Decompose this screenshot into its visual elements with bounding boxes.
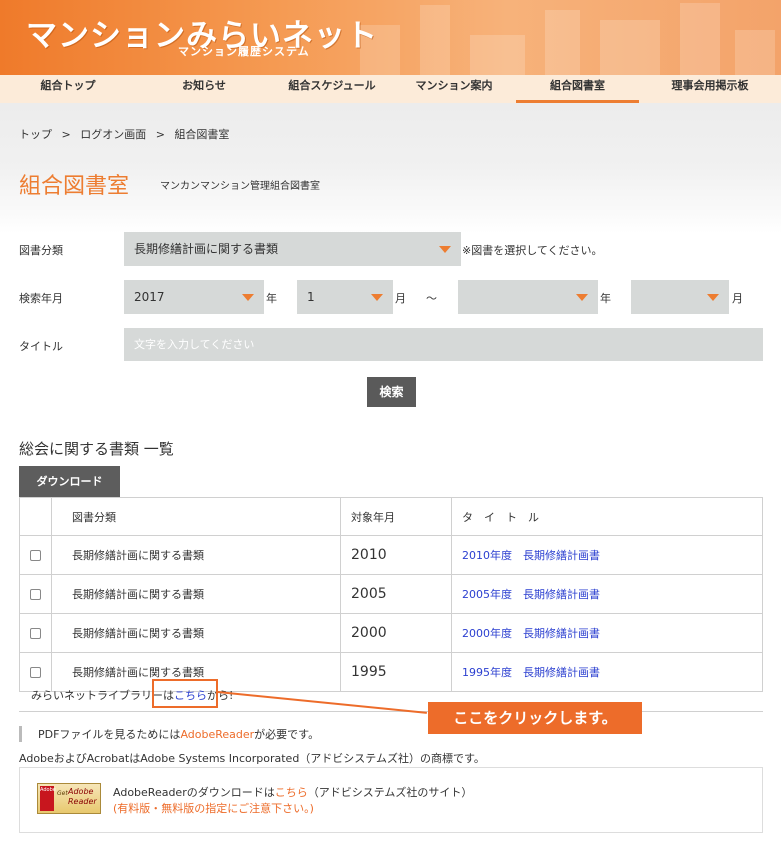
chevron-down-icon (242, 294, 254, 301)
adobe-download-text: AdobeReaderのダウンロードはこちら（アドビシステムズ社のサイト） (113, 784, 472, 800)
date-label: 検索年月 (19, 292, 63, 305)
breadcrumb-separator: > (155, 128, 165, 141)
month-unit: 月 (395, 292, 406, 305)
title-input-placeholder: 文字を入力してください (134, 338, 255, 351)
month-unit: 月 (732, 292, 743, 305)
breadcrumb-top[interactable]: トップ (19, 128, 52, 141)
trademark-note: AdobeおよびAcrobatはAdobe Systems Incorporat… (19, 752, 485, 765)
chevron-down-icon (576, 294, 588, 301)
row-title-link[interactable]: 2000年度 長期修繕計画書 (462, 627, 600, 640)
breadcrumb-separator: > (61, 128, 71, 141)
from-month-value: 1 (307, 290, 315, 304)
adobe-logo-get: Get (57, 790, 68, 797)
chevron-down-icon (439, 246, 451, 253)
nav-item-board[interactable]: 理事会用掲示板 (639, 75, 781, 103)
adobe-dl-prefix: AdobeReaderのダウンロードは (113, 786, 275, 799)
row-checkbox[interactable] (30, 550, 41, 561)
table-header-row: 図書分類 対象年月 タ イ ト ル (19, 497, 763, 536)
row-title-link[interactable]: 2005年度 長期修繕計画書 (462, 588, 600, 601)
range-tilde: 〜 (426, 292, 437, 305)
category-label: 図書分類 (19, 244, 63, 257)
chevron-down-icon (371, 294, 383, 301)
adobe-download-link[interactable]: こちら (275, 786, 308, 799)
col-header-title: タ イ ト ル (451, 497, 763, 536)
library-row: みらいネットライブラリーはこちらから! (19, 678, 763, 712)
col-header-select (19, 497, 52, 536)
page-title: 組合図書室 (19, 174, 130, 199)
breadcrumb-current: 組合図書室 (174, 128, 230, 141)
nav-item-kumiai-top[interactable]: 組合トップ (0, 75, 136, 103)
download-button[interactable]: ダウンロード (19, 466, 120, 497)
row-checkbox[interactable] (30, 628, 41, 639)
nav-item-news[interactable]: お知らせ (136, 75, 272, 103)
row-category: 長期修繕計画に関する書類 (51, 613, 341, 653)
row-year: 2010 (340, 535, 452, 575)
from-year-select[interactable]: 2017 (124, 280, 264, 314)
title-input[interactable]: 文字を入力してください (124, 328, 763, 361)
to-month-select[interactable] (631, 280, 729, 314)
row-category: 長期修繕計画に関する書類 (51, 535, 341, 575)
from-year-value: 2017 (134, 290, 165, 304)
year-unit: 年 (600, 292, 611, 305)
breadcrumb-logon[interactable]: ログオン画面 (80, 128, 146, 141)
from-month-select[interactable]: 1 (297, 280, 393, 314)
site-logo-subtitle: マンション履歴システム (178, 45, 310, 58)
category-note: ※図書を選択してください。 (462, 244, 603, 257)
page-subtitle: マンカンマンション管理組合図書室 (160, 181, 320, 192)
table-row: 長期修繕計画に関する書類 2000 2000年度 長期修繕計画書 (19, 613, 763, 653)
adobe-logo-reader-word: Reader (68, 797, 97, 806)
search-button[interactable]: 検索 (367, 377, 416, 407)
pdf-note-prefix: PDFファイルを見るためには (38, 728, 181, 741)
document-table: 図書分類 対象年月 タ イ ト ル 長期修繕計画に関する書類 2010 2010… (19, 497, 763, 692)
row-checkbox[interactable] (30, 589, 41, 600)
list-section-title: 総会に関する書類 一覧 (19, 440, 174, 458)
category-select-value: 長期修繕計画に関する書類 (134, 242, 279, 256)
to-year-select[interactable] (458, 280, 598, 314)
nav-item-schedule[interactable]: 組合スケジュール (272, 75, 392, 103)
title-label: タイトル (19, 340, 63, 353)
site-header: マンションみらいネット マンション履歴システム (0, 0, 781, 75)
col-header-year: 対象年月 (340, 497, 452, 536)
breadcrumb: トップ > ログオン画面 > 組合図書室 (19, 126, 235, 142)
year-unit: 年 (266, 292, 277, 305)
row-title-link[interactable]: 2010年度 長期修繕計画書 (462, 549, 600, 562)
chevron-down-icon (707, 294, 719, 301)
table-row: 長期修繕計画に関する書類 2010 2010年度 長期修繕計画書 (19, 535, 763, 575)
nav-item-library[interactable]: 組合図書室 (516, 75, 639, 103)
highlight-box (152, 679, 218, 708)
row-year: 2005 (340, 574, 452, 614)
row-checkbox[interactable] (30, 667, 41, 678)
pdf-note-suffix: が必要です。 (254, 728, 320, 741)
get-adobe-reader-icon[interactable]: Adobe Get Adobe Reader (37, 783, 101, 814)
nav-item-mansion-info[interactable]: マンション案内 (392, 75, 516, 103)
callout-annotation: ここをクリックします。 (428, 702, 642, 734)
adobe-logo-adobe-word: Adobe (68, 787, 94, 796)
pdf-note: PDFファイルを見るためにはAdobeReaderが必要です。 (19, 726, 319, 742)
adobe-download-box: Adobe Get Adobe Reader AdobeReaderのダウンロード… (19, 767, 763, 833)
main-nav: 組合トップ お知らせ 組合スケジュール マンション案内 組合図書室 理事会用掲示… (0, 75, 781, 103)
table-row: 長期修繕計画に関する書類 2005 2005年度 長期修繕計画書 (19, 574, 763, 614)
category-select[interactable]: 長期修繕計画に関する書類 (124, 232, 461, 266)
adobe-logo-reader: Adobe Reader (68, 787, 97, 807)
adobe-reader-link[interactable]: AdobeReader (180, 728, 254, 741)
adobe-mark: Adobe (40, 786, 56, 811)
row-category: 長期修繕計画に関する書類 (51, 574, 341, 614)
col-header-category: 図書分類 (51, 497, 341, 536)
adobe-dl-suffix: （アドビシステムズ社のサイト） (307, 786, 473, 799)
adobe-download-warning: (有料版・無料版の指定にご注意下さい。) (113, 802, 314, 815)
row-year: 2000 (340, 613, 452, 653)
